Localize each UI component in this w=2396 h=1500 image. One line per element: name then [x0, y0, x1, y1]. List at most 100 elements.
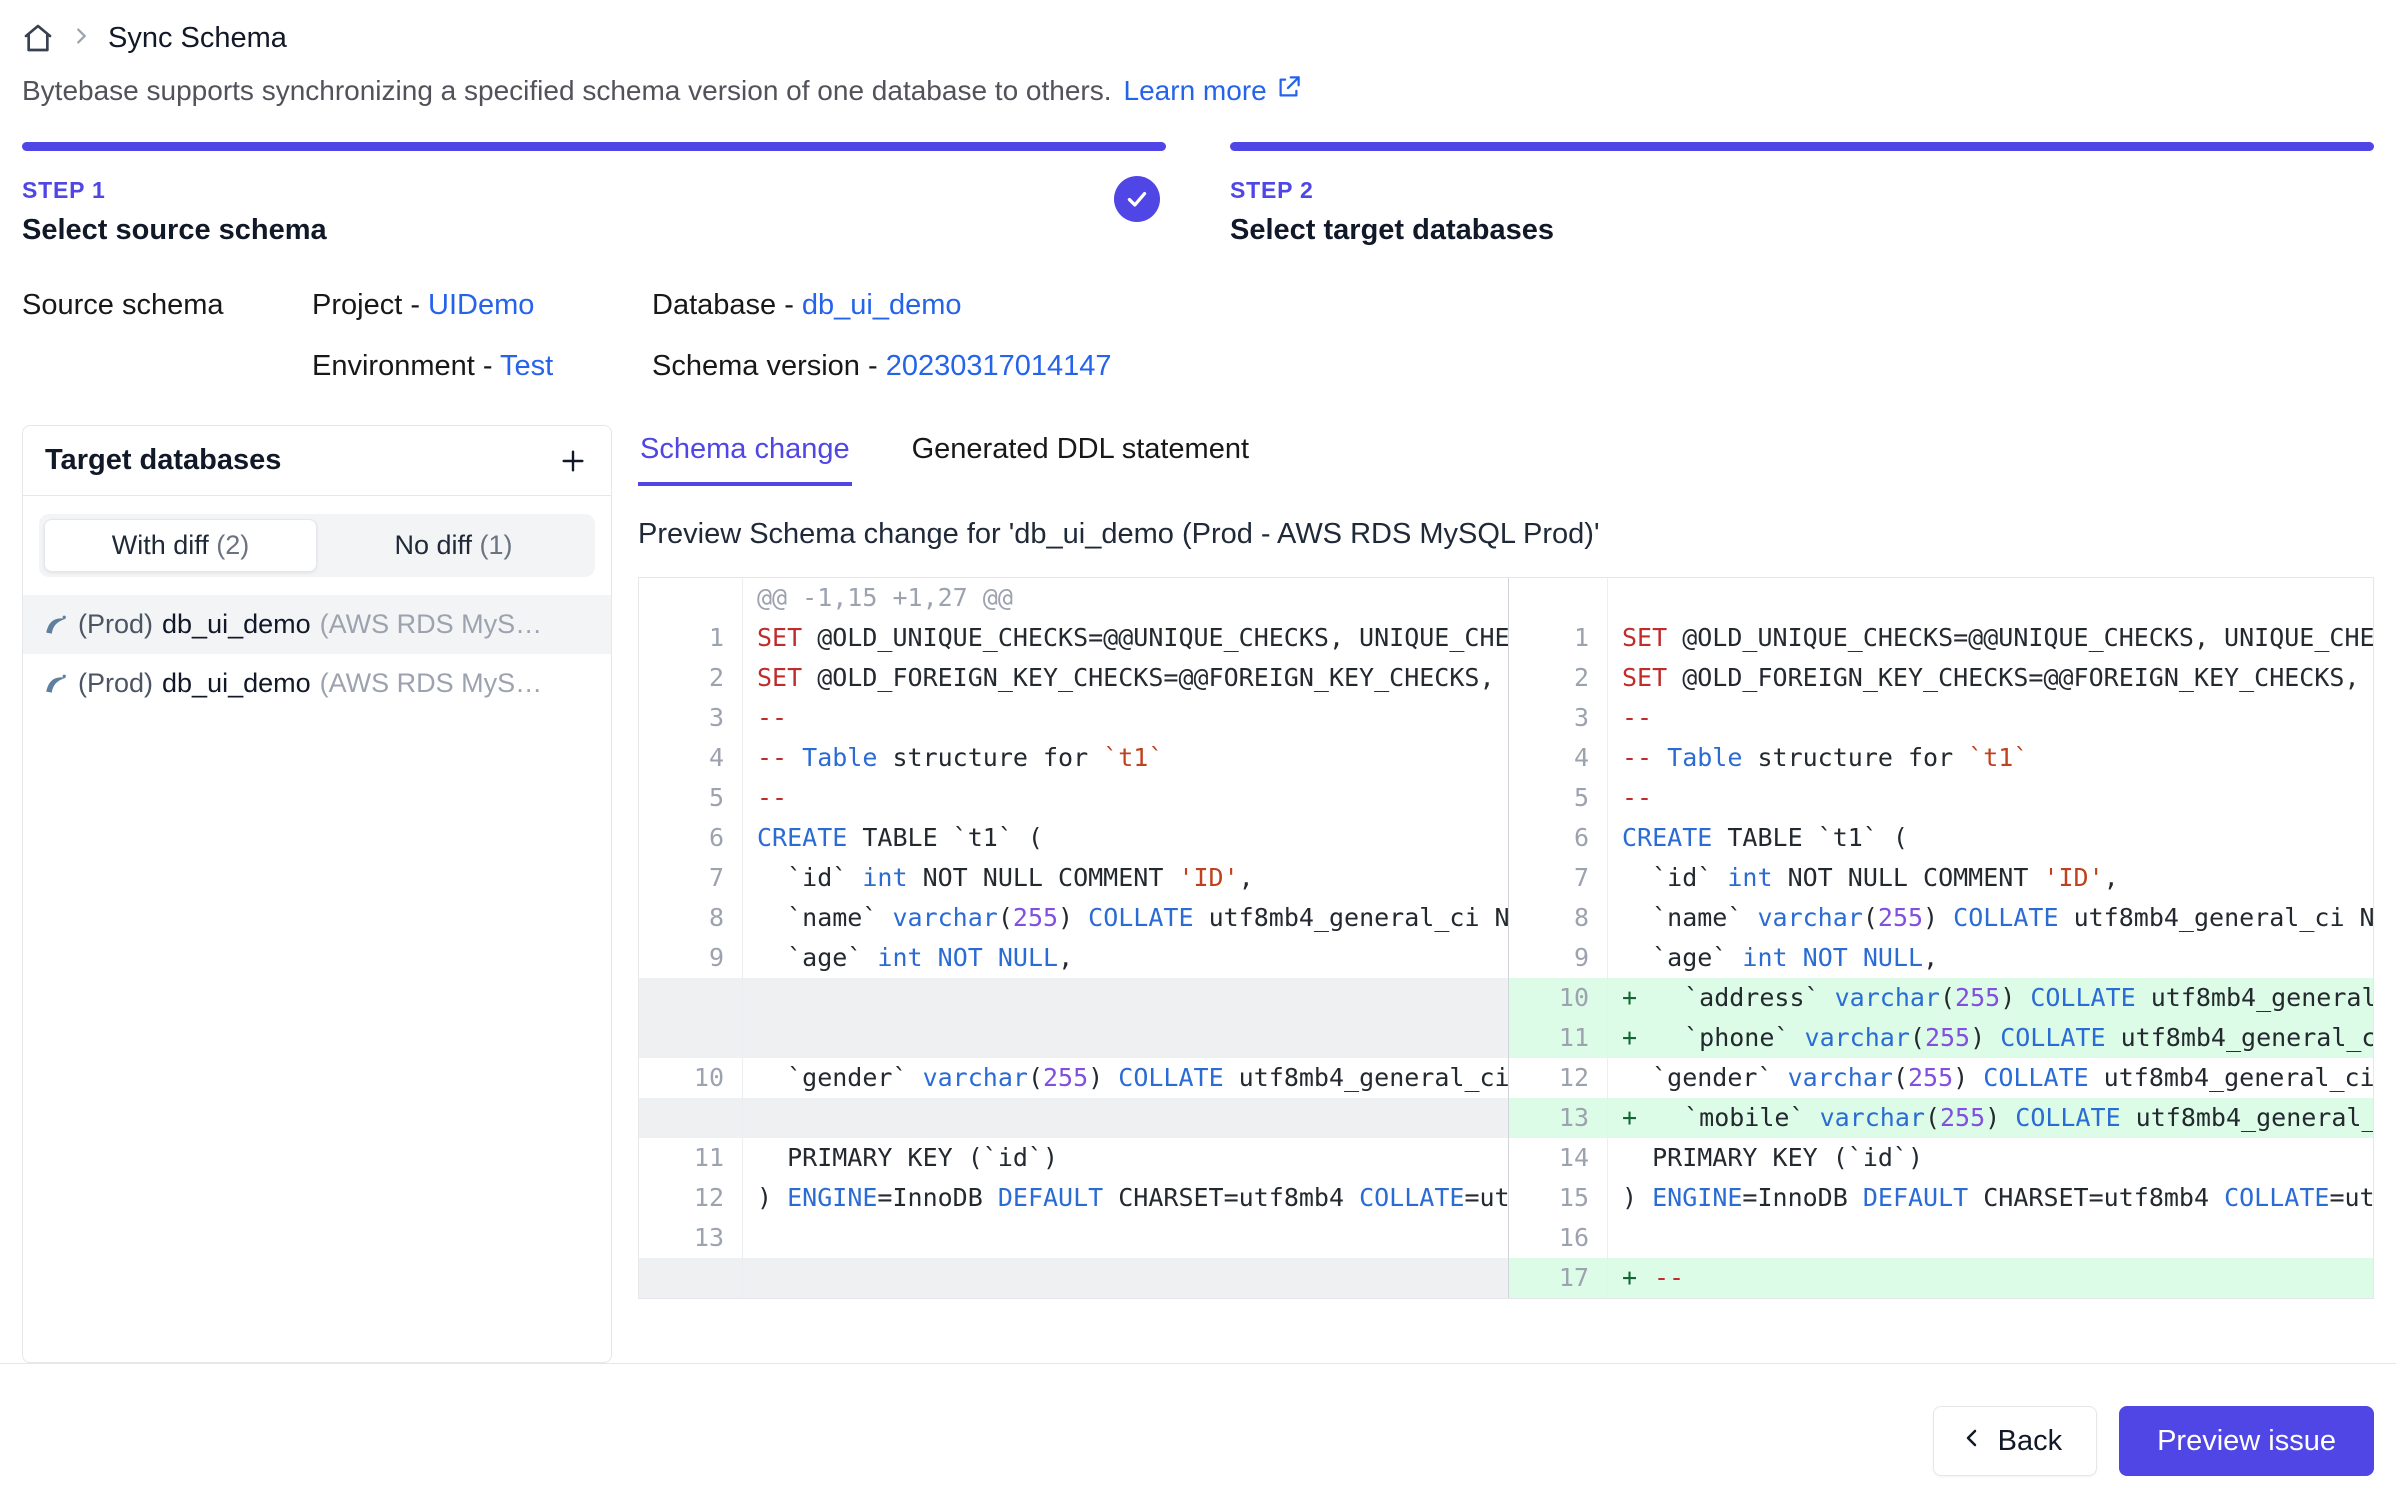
- diff-code-line: [743, 1218, 1508, 1258]
- tab-generated-ddl[interactable]: Generated DDL statement: [910, 425, 1251, 486]
- schema-change-panel: Schema change Generated DDL statement Pr…: [638, 425, 2374, 1363]
- database-link[interactable]: db_ui_demo: [802, 289, 962, 321]
- diff-code-line: [743, 1018, 1508, 1058]
- step-1-label: STEP 1: [22, 177, 1166, 204]
- diff-code-line: [1608, 1218, 2373, 1258]
- diff-line-number: [639, 1258, 743, 1298]
- diff-code-line: `id` int NOT NULL COMMENT 'ID',: [1608, 858, 2373, 898]
- diff-row: 12) ENGINE=InnoDB DEFAULT CHARSET=utf8mb…: [639, 1178, 2373, 1218]
- diff-line-number: 8: [1508, 898, 1608, 938]
- tab-with-diff[interactable]: With diff (2): [44, 519, 317, 572]
- preview-tabs: Schema change Generated DDL statement: [638, 425, 2374, 486]
- diff-line-number: 14: [1508, 1138, 1608, 1178]
- diff-code-line: @@ -1,15 +1,27 @@: [743, 578, 1508, 618]
- tab-no-diff[interactable]: No diff (1): [317, 519, 590, 572]
- diff-line-number: 5: [639, 778, 743, 818]
- breadcrumb: Sync Schema: [22, 16, 2374, 60]
- step-2-title: Select target databases: [1230, 214, 2374, 247]
- schema-version-link[interactable]: 20230317014147: [886, 350, 1112, 382]
- diff-code-line: --: [743, 778, 1508, 818]
- project-label: Project -: [312, 289, 428, 321]
- diff-code-line: CREATE TABLE `t1` (: [1608, 818, 2373, 858]
- diff-line-number: [639, 978, 743, 1018]
- diff-row: 3--3--: [639, 698, 2373, 738]
- diff-code-line: SET @OLD_FOREIGN_KEY_CHECKS=@@FOREIGN_KE…: [743, 658, 1508, 698]
- mysql-engine-icon: [43, 612, 69, 638]
- mysql-engine-icon: [43, 671, 69, 697]
- diff-row: 11 PRIMARY KEY (`id`)14 PRIMARY KEY (`id…: [639, 1138, 2373, 1178]
- diff-line-number: 2: [639, 658, 743, 698]
- diff-row: 11+ `phone` varchar(255) COLLATE utf8mb4…: [639, 1018, 2373, 1058]
- diff-code-line: + `phone` varchar(255) COLLATE utf8mb4_g…: [1608, 1018, 2373, 1058]
- environment-label: Environment -: [312, 350, 500, 382]
- target-database-item[interactable]: (Prod)db_ui_demo(AWS RDS MyS…: [23, 654, 611, 713]
- diff-line-number: [639, 1098, 743, 1138]
- target-databases-header: Target databases: [23, 426, 611, 496]
- diff-code-line: ) ENGINE=InnoDB DEFAULT CHARSET=utf8mb4 …: [1608, 1178, 2373, 1218]
- learn-more-link[interactable]: Learn more: [1124, 74, 1302, 108]
- diff-add-marker: +: [1622, 978, 1654, 1018]
- diff-row: 5--5--: [639, 778, 2373, 818]
- project-link[interactable]: UIDemo: [428, 289, 534, 321]
- diff-line-number: 1: [1508, 618, 1608, 658]
- diff-line-number: 7: [639, 858, 743, 898]
- tab-with-diff-label: With diff: [112, 530, 217, 560]
- source-schema-spacer: [22, 350, 312, 383]
- diff-code-line: --: [1608, 778, 2373, 818]
- add-target-database-button[interactable]: [557, 445, 589, 477]
- diff-line-number: 12: [639, 1178, 743, 1218]
- diff-line-number: 1: [639, 618, 743, 658]
- home-icon[interactable]: [22, 22, 54, 54]
- schema-diff[interactable]: @@ -1,15 +1,27 @@1SET @OLD_UNIQUE_CHECKS…: [638, 577, 2374, 1299]
- step-2-progress-bar: [1230, 142, 2374, 151]
- diff-line-number: 11: [1508, 1018, 1608, 1058]
- target-databases-panel: Target databases With diff (2) No diff (…: [22, 425, 612, 1363]
- source-schema-environment: Environment - Test: [312, 350, 652, 383]
- main-panels: Target databases With diff (2) No diff (…: [22, 425, 2374, 1363]
- diff-row: 10+ `address` varchar(255) COLLATE utf8m…: [639, 978, 2373, 1018]
- step-1-progress-bar: [22, 142, 1166, 151]
- tab-no-diff-label: No diff: [394, 530, 479, 560]
- diff-code-line: -- Table structure for `t1`: [1608, 738, 2373, 778]
- diff-add-marker: +: [1622, 1258, 1654, 1298]
- db-instance-suffix: (AWS RDS MyS…: [320, 609, 543, 640]
- source-schema-summary: Source schema Project - UIDemo Database …: [22, 289, 2374, 383]
- environment-link[interactable]: Test: [500, 350, 553, 382]
- diff-line-number: 17: [1508, 1258, 1608, 1298]
- back-button[interactable]: Back: [1933, 1406, 2097, 1476]
- diff-line-number: [1508, 578, 1608, 618]
- diff-code-line: SET @OLD_UNIQUE_CHECKS=@@UNIQUE_CHECKS, …: [1608, 618, 2373, 658]
- diff-line-number: 16: [1508, 1218, 1608, 1258]
- diff-row: 13+ `mobile` varchar(255) COLLATE utf8mb…: [639, 1098, 2373, 1138]
- diff-row: 6CREATE TABLE `t1` (6CREATE TABLE `t1` (: [639, 818, 2373, 858]
- source-schema-version: Schema version - 20230317014147: [652, 350, 2374, 383]
- diff-line-number: 6: [1508, 818, 1608, 858]
- learn-more-label: Learn more: [1124, 75, 1267, 107]
- diff-line-number: 9: [639, 938, 743, 978]
- diff-row: 9 `age` int NOT NULL,9 `age` int NOT NUL…: [639, 938, 2373, 978]
- target-database-list: (Prod)db_ui_demo(AWS RDS MyS…(Prod)db_ui…: [23, 595, 611, 713]
- diff-code-line: `gender` varchar(255) COLLATE utf8mb4_ge…: [1608, 1058, 2373, 1098]
- db-name: db_ui_demo: [162, 668, 311, 699]
- diff-code-line: + `mobile` varchar(255) COLLATE utf8mb4_…: [1608, 1098, 2373, 1138]
- diff-add-marker: +: [1622, 1098, 1654, 1138]
- diff-code-line: ) ENGINE=InnoDB DEFAULT CHARSET=utf8mb4 …: [743, 1178, 1508, 1218]
- external-link-icon: [1275, 74, 1302, 108]
- preview-issue-button[interactable]: Preview issue: [2119, 1406, 2374, 1476]
- step-indicator: STEP 1 Select source schema STEP 2 Selec…: [22, 142, 2374, 247]
- target-database-item[interactable]: (Prod)db_ui_demo(AWS RDS MyS…: [23, 595, 611, 654]
- diff-line-number: [639, 578, 743, 618]
- source-schema-label: Source schema: [22, 289, 312, 322]
- back-button-label: Back: [1998, 1425, 2062, 1458]
- diff-row: 8 `name` varchar(255) COLLATE utf8mb4_ge…: [639, 898, 2373, 938]
- diff-code-line: [743, 978, 1508, 1018]
- diff-row: 4-- Table structure for `t1`4-- Table st…: [639, 738, 2373, 778]
- diff-line-number: 4: [639, 738, 743, 778]
- db-environment: (Prod): [78, 668, 153, 699]
- diff-code-line: + `address` varchar(255) COLLATE utf8mb4…: [1608, 978, 2373, 1018]
- diff-code-line: `age` int NOT NULL,: [1608, 938, 2373, 978]
- tab-schema-change[interactable]: Schema change: [638, 425, 852, 486]
- diff-code-line: [743, 1098, 1508, 1138]
- diff-code-line: SET @OLD_UNIQUE_CHECKS=@@UNIQUE_CHECKS, …: [743, 618, 1508, 658]
- diff-code-line: `gender` varchar(255) COLLATE utf8mb4_ge…: [743, 1058, 1508, 1098]
